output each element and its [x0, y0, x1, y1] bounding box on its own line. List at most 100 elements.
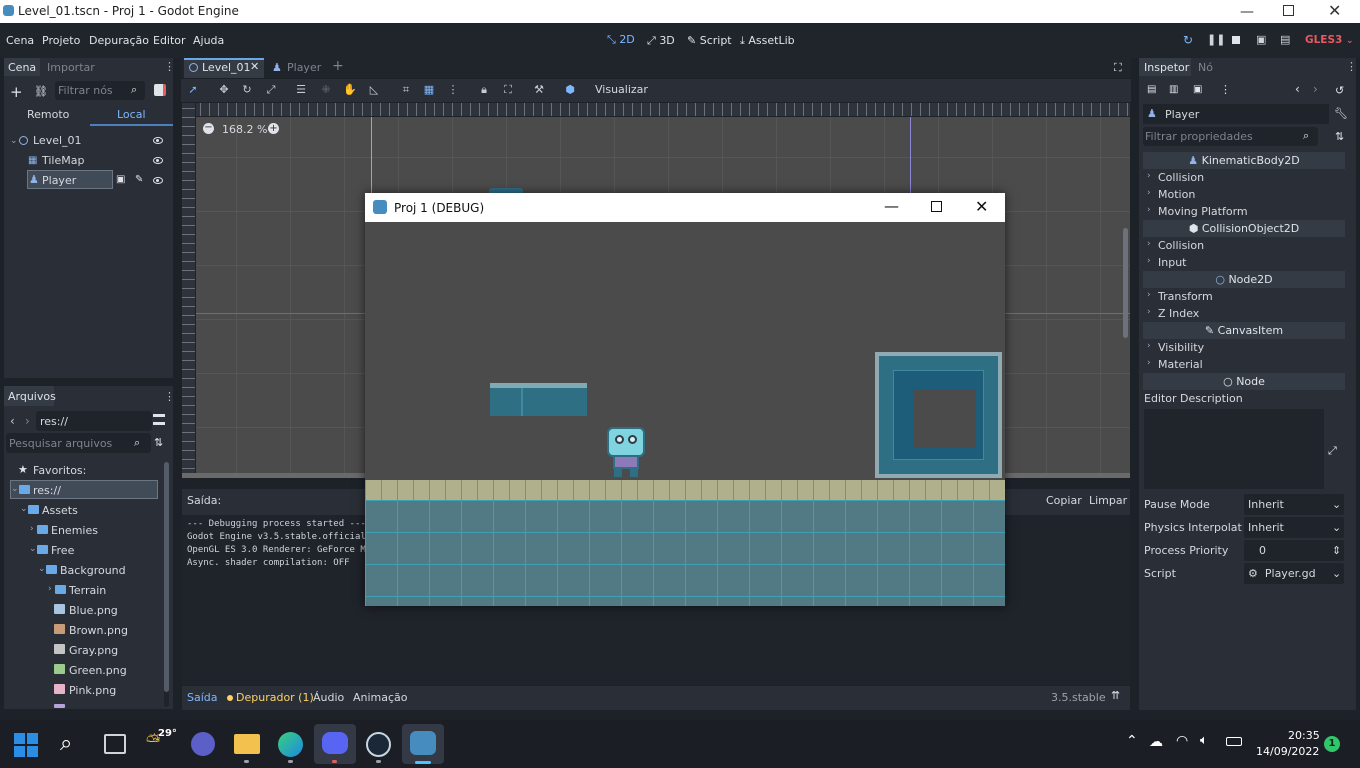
canvas-scrollbar[interactable]: [1123, 228, 1128, 338]
tab-node[interactable]: Nó: [1198, 61, 1213, 74]
pivot-tool-icon[interactable]: ⁜: [319, 83, 333, 97]
edge-browser-icon[interactable]: [278, 732, 303, 757]
zoom-level[interactable]: 168.2 %: [222, 123, 267, 136]
fs-item-background[interactable]: Background: [60, 564, 126, 577]
forward-arrow-icon[interactable]: ›: [25, 414, 30, 428]
tab-animation[interactable]: Animação: [353, 691, 408, 704]
play-scene-icon[interactable]: ▣: [1256, 33, 1266, 46]
add-tab-icon[interactable]: +: [332, 58, 344, 74]
process-priority-spinbox[interactable]: 0 ⇕: [1244, 540, 1344, 561]
editor-description-field[interactable]: [1144, 409, 1324, 489]
path-input[interactable]: res://: [36, 411, 152, 431]
visibility-icon[interactable]: [153, 157, 163, 164]
link-icon[interactable]: ⛓: [34, 85, 48, 98]
collapse-arrow-icon[interactable]: ⌄: [38, 564, 46, 574]
select-tool-icon[interactable]: ➚: [186, 83, 200, 97]
collapse-arrow-icon[interactable]: ⌄: [20, 504, 28, 514]
filter-properties-input[interactable]: Filtrar propriedades ⌕: [1143, 127, 1318, 146]
scene-options-icon[interactable]: [154, 84, 166, 96]
mode-3d-button[interactable]: ⤢ 3D: [647, 34, 675, 47]
fs-item-assets[interactable]: Assets: [42, 504, 78, 517]
fs-item-blue[interactable]: Blue.png: [69, 604, 118, 617]
fs-item-free[interactable]: Free: [51, 544, 74, 557]
menu-cena[interactable]: Cena: [6, 34, 34, 47]
tab-import[interactable]: Importar: [47, 61, 95, 74]
fs-item-terrain[interactable]: Terrain: [69, 584, 106, 597]
pan-tool-icon[interactable]: ✋: [343, 83, 357, 97]
list-view-icon[interactable]: [153, 414, 165, 425]
dock-menu-icon[interactable]: ⋮: [164, 60, 175, 73]
tab-audio[interactable]: Áudio: [313, 691, 344, 704]
local-toggle[interactable]: Local: [117, 108, 146, 121]
close-tab-icon[interactable]: ✕: [250, 60, 259, 73]
search-icon[interactable]: ⌕: [60, 731, 72, 756]
new-resource-icon[interactable]: ▤: [1147, 84, 1156, 95]
pause-icon[interactable]: ❚❚: [1207, 33, 1225, 46]
back-arrow-icon[interactable]: ‹: [10, 414, 15, 428]
prop-group-collision[interactable]: › Collision: [1143, 170, 1345, 187]
pause-mode-select[interactable]: Inherit ⌄: [1244, 494, 1344, 515]
play-custom-icon[interactable]: ▤: [1280, 33, 1290, 46]
close-icon[interactable]: ✕: [1328, 1, 1341, 20]
sort-icon[interactable]: ⇅: [154, 436, 163, 449]
renderer-select[interactable]: GLES3 ⌄: [1305, 34, 1354, 46]
clock-date[interactable]: 14/09/2022: [1256, 745, 1319, 758]
stop-icon[interactable]: [1232, 36, 1240, 44]
script-icon[interactable]: ✎: [135, 174, 143, 185]
open-resource-icon[interactable]: ▥: [1169, 84, 1178, 95]
onedrive-cloud-icon[interactable]: ☁: [1149, 734, 1163, 750]
fs-item-green[interactable]: Green.png: [69, 664, 127, 677]
mode-2d-button[interactable]: ⤡ 2D: [607, 33, 635, 46]
game-viewport[interactable]: [365, 222, 1005, 606]
distraction-free-icon[interactable]: ⛶: [1114, 61, 1122, 75]
teams-chat-icon[interactable]: [191, 732, 215, 756]
dock-menu-icon[interactable]: ⋮: [164, 390, 175, 403]
notification-badge[interactable]: 1: [1324, 736, 1340, 752]
menu-projeto[interactable]: Projeto: [42, 34, 80, 47]
tree-node-tilemap[interactable]: TileMap: [42, 154, 84, 167]
clock-time[interactable]: 20:35: [1288, 729, 1320, 742]
prop-group-motion[interactable]: › Motion: [1143, 187, 1345, 204]
copy-button[interactable]: Copiar: [1046, 494, 1082, 507]
battery-icon[interactable]: [1226, 737, 1242, 746]
dock-menu-icon[interactable]: ⋮: [1346, 60, 1357, 73]
fs-item-pink[interactable]: Pink.png: [69, 684, 116, 697]
prop-group-transform[interactable]: › Transform: [1143, 289, 1345, 306]
move-tool-icon[interactable]: ✥: [217, 83, 231, 97]
open-scene-icon[interactable]: ▣: [116, 174, 125, 185]
script-resource-picker[interactable]: ⚙ Player.gd ⌄: [1244, 563, 1344, 584]
filesystem-scroll-thumb[interactable]: [164, 462, 169, 692]
tab-output[interactable]: Saída: [187, 691, 218, 704]
close-icon[interactable]: ✕: [975, 197, 988, 216]
camera-icon[interactable]: ⬢: [563, 83, 577, 97]
group-icon[interactable]: ⛶: [501, 83, 515, 97]
mode-script-button[interactable]: ✎ Script: [687, 34, 732, 47]
menu-ajuda[interactable]: Ajuda: [193, 34, 224, 47]
prop-group-moving-platform[interactable]: › Moving Platform: [1143, 204, 1345, 221]
lock-icon[interactable]: 🔒︎: [477, 83, 491, 97]
collapse-arrow-icon[interactable]: ⌄: [29, 544, 37, 554]
expand-arrow-icon[interactable]: ›: [48, 584, 52, 594]
tool-icon[interactable]: 🔧︎: [1334, 107, 1348, 120]
steam-icon[interactable]: [366, 732, 391, 757]
collapse-arrow-icon[interactable]: ⌄: [10, 136, 18, 146]
list-select-icon[interactable]: ☰: [294, 83, 308, 97]
volume-icon[interactable]: 🔈︎: [1200, 733, 1208, 748]
maximize-icon[interactable]: [1283, 5, 1294, 16]
sort-icon[interactable]: ⇅: [1335, 130, 1344, 143]
zoom-out-icon[interactable]: −: [203, 123, 214, 134]
smart-snap-icon[interactable]: ⌗: [399, 83, 413, 97]
prop-group-collision[interactable]: › Collision: [1143, 238, 1345, 255]
wifi-icon[interactable]: ◠: [1176, 733, 1188, 749]
reload-icon[interactable]: ↻: [1183, 33, 1193, 47]
physics-interpolation-select[interactable]: Inherit ⌄: [1244, 517, 1344, 538]
windows-start-icon[interactable]: [14, 733, 38, 757]
add-node-icon[interactable]: +: [10, 83, 23, 101]
menu-editor[interactable]: Editor: [153, 34, 186, 47]
fs-item-enemies[interactable]: Enemies: [51, 524, 98, 537]
tree-node-level01[interactable]: Level_01: [33, 134, 82, 147]
remote-toggle[interactable]: Remoto: [27, 108, 69, 121]
prop-group-material[interactable]: › Material: [1143, 357, 1345, 374]
chevron-up-icon[interactable]: ⌃: [1126, 733, 1138, 749]
prop-group-zindex[interactable]: › Z Index: [1143, 306, 1345, 323]
